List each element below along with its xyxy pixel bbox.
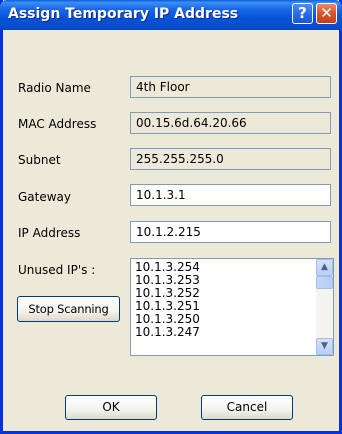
scroll-down-button[interactable]: ▼ (316, 338, 333, 355)
subnet-field: 255.255.255.0 (130, 148, 331, 170)
scroll-thumb[interactable] (316, 276, 333, 289)
scroll-up-button[interactable]: ▲ (316, 259, 333, 276)
mac-address-field: 00.15.6d.64.20.66 (130, 112, 331, 134)
unused-ips-listbox[interactable]: 10.1.3.254 10.1.3.253 10.1.3.252 10.1.3.… (130, 258, 334, 356)
close-icon: ✕ (320, 4, 333, 22)
radio-name-label: Radio Name (18, 81, 91, 95)
close-button[interactable]: ✕ (316, 3, 337, 24)
unused-ips-list: 10.1.3.254 10.1.3.253 10.1.3.252 10.1.3.… (135, 261, 200, 339)
ok-button[interactable]: OK (65, 395, 157, 420)
stop-scanning-button[interactable]: Stop Scanning (17, 296, 120, 322)
subnet-label: Subnet (18, 153, 61, 167)
vertical-scrollbar[interactable]: ▲ ▼ (316, 259, 333, 355)
gateway-label: Gateway (18, 190, 72, 204)
dialog-title: Assign Temporary IP Address (8, 6, 239, 22)
unused-ips-label: Unused IP's : (18, 263, 96, 277)
mac-address-label: MAC Address (18, 117, 97, 131)
gateway-input[interactable]: 10.1.3.1 (130, 184, 331, 206)
chevron-up-icon: ▲ (321, 262, 328, 272)
help-icon: ? (298, 4, 307, 22)
title-bar[interactable]: Assign Temporary IP Address ? ✕ (0, 0, 342, 30)
help-button[interactable]: ? (292, 3, 313, 24)
chevron-down-icon: ▼ (321, 341, 328, 351)
assign-ip-dialog: Assign Temporary IP Address ? ✕ Radio Na… (0, 0, 342, 434)
list-item[interactable]: 10.1.3.247 (135, 326, 200, 339)
radio-name-field: 4th Floor (130, 76, 331, 98)
ip-address-input[interactable]: 10.1.2.215 (130, 221, 331, 243)
cancel-button[interactable]: Cancel (201, 395, 293, 420)
ip-address-label: IP Address (18, 226, 81, 240)
